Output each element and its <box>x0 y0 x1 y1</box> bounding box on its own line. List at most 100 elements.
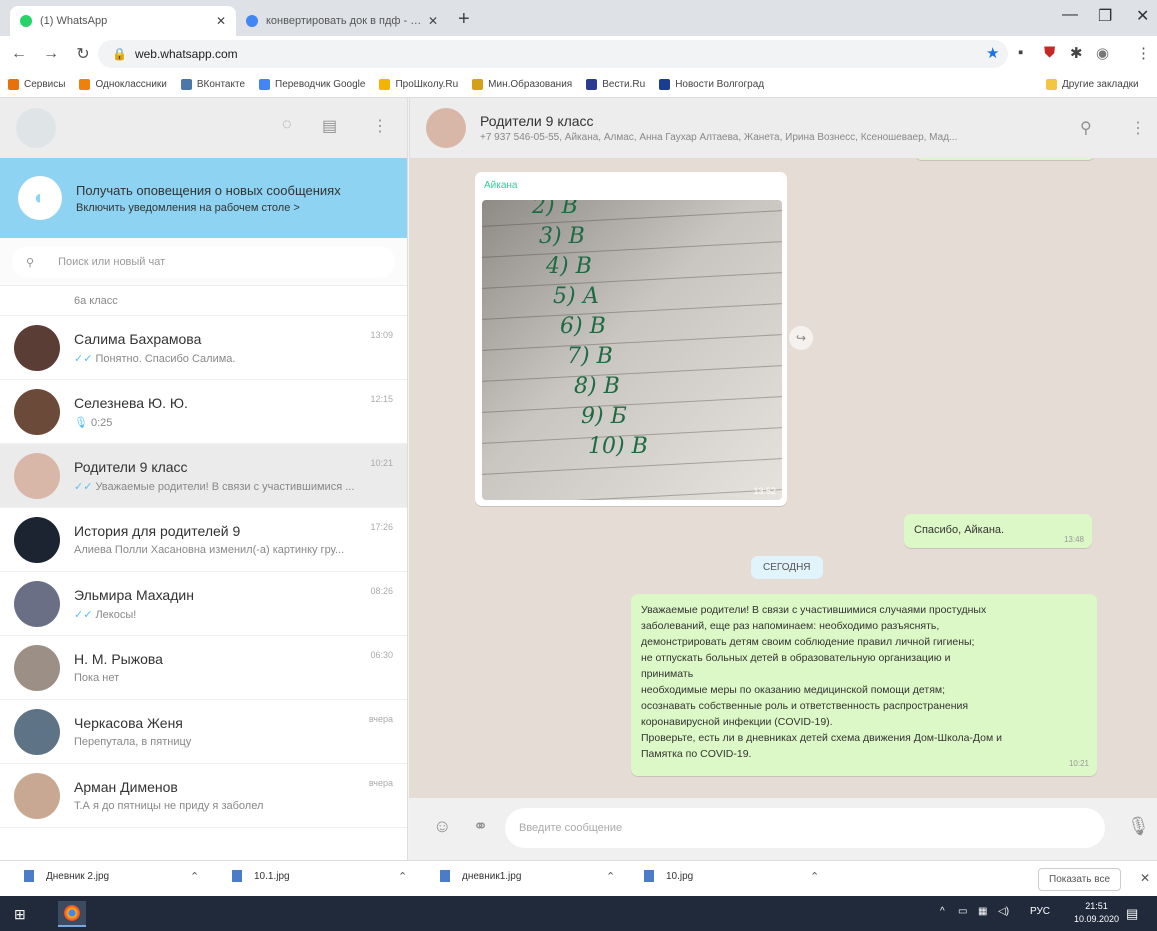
handwritten-answers-photo[interactable]: 13:52 2) В 3) В 4) В 5) А 6) В 7) В 8) В 9) Б 10… <box>482 200 782 500</box>
chat-item[interactable]: Черкасова Женя Перепутала, в пятницу вчера <box>0 700 407 764</box>
download-item[interactable]: 10.jpg ⌃ <box>644 870 834 883</box>
url-text: web.whatsapp.com <box>134 47 238 61</box>
bookmarks-bar: Сервисы Одноклассники ВКонтакте Переводч… <box>0 72 1157 98</box>
avatar <box>14 516 60 563</box>
new-tab-icon[interactable]: + <box>458 8 470 31</box>
new-chat-icon[interactable]: ▤ <box>322 116 337 136</box>
bookmark-label: Переводчик Google <box>275 79 366 90</box>
bookmark-ok[interactable]: Одноклассники <box>79 79 167 90</box>
handwritten-answer: 4) В <box>546 254 592 279</box>
chrome-taskbar-icon[interactable] <box>58 901 86 927</box>
attach-icon[interactable]: ⚭ <box>473 816 488 837</box>
puzzle-icon[interactable]: ✱ <box>1070 44 1083 62</box>
ruled-line <box>482 210 782 227</box>
chat-item[interactable]: Н. М. Рыжова Пока нет 06:30 <box>0 636 407 700</box>
bookmark-translate[interactable]: Переводчик Google <box>259 79 365 90</box>
shield-extension-icon[interactable]: ⛊ <box>1044 44 1055 61</box>
avatar <box>14 772 60 819</box>
group-avatar[interactable] <box>426 108 466 148</box>
download-name: Дневник 2.jpg <box>46 870 110 882</box>
close-tab-icon[interactable]: ✕ <box>428 14 438 28</box>
message-line: осознавать собственные роль и ответствен… <box>641 700 969 712</box>
vk-icon <box>180 79 192 90</box>
url-field[interactable]: 🔒 web.whatsapp.com <box>98 40 1008 68</box>
tab-convert[interactable]: конвертировать док в пдф - П... ✕ <box>236 6 448 36</box>
language-indicator[interactable]: РУС <box>1030 906 1050 917</box>
chevron-up-icon[interactable]: ⌃ <box>810 870 819 883</box>
bookmark-vesti[interactable]: Вести.Ru <box>586 79 645 90</box>
chat-name: Родители 9 класс <box>74 458 188 475</box>
chevron-up-icon[interactable]: ⌃ <box>606 870 615 883</box>
conversation-header[interactable]: Родители 9 класс +7 937 546-05-55, Айкан… <box>409 98 1157 158</box>
download-item[interactable]: Дневник 2.jpg ⌃ <box>24 870 214 883</box>
download-item[interactable]: 10.1.jpg ⌃ <box>232 870 422 883</box>
bell-off-icon: ◐ <box>18 176 62 220</box>
bookmark-news[interactable]: Новости Волгоград <box>659 79 764 90</box>
chat-item[interactable]: Арман Дименов Т.А я до пятницы не приду я… <box>0 764 407 828</box>
bookmark-label: Одноклассники <box>95 79 167 90</box>
emoji-icon[interactable]: ☺ <box>433 816 451 837</box>
menu-icon[interactable]: ⋮ <box>1130 118 1146 138</box>
menu-icon[interactable]: ⋮ <box>1136 44 1151 62</box>
forward-icon[interactable]: → <box>38 45 64 63</box>
chat-item[interactable]: 6а класс <box>0 286 407 316</box>
notifications-icon[interactable]: ▤ <box>1126 906 1138 922</box>
message-time: 13:52 <box>753 486 776 496</box>
microphone-icon[interactable]: 🎙 <box>1127 816 1150 837</box>
chat-item[interactable]: История для родителей 9 Алиева Полли Хаса… <box>0 508 407 572</box>
close-window-icon[interactable]: ✕ <box>1136 6 1149 26</box>
bookmark-star-icon[interactable]: ★ <box>986 44 999 62</box>
maximize-icon[interactable]: ❐ <box>1098 6 1112 26</box>
forward-icon[interactable]: ↪ <box>789 326 813 350</box>
outgoing-message[interactable]: Уважаемые родители! В связи с участившим… <box>631 594 1097 776</box>
handwritten-answer: 6) В <box>560 314 606 339</box>
chat-item[interactable]: Салима Бахрамова ✓✓ Понятно. Спасибо Салим… <box>0 316 407 380</box>
chat-time: 13:09 <box>370 330 393 340</box>
minimize-icon[interactable]: — <box>1062 6 1078 24</box>
status-icon[interactable]: ◌ <box>282 116 292 134</box>
menu-icon[interactable]: ⋮ <box>372 116 388 136</box>
display-icon[interactable]: ▦ <box>978 906 987 917</box>
bookmark-label: ВКонтакте <box>196 79 245 90</box>
handwritten-answer: 7) В <box>567 344 613 369</box>
search-icon[interactable]: ⚲ <box>1080 118 1092 138</box>
bookmark-label: Сервисы <box>24 79 66 90</box>
chat-item[interactable]: Селезнева Ю. Ю. 🎙 0:25 12:15 <box>0 380 407 444</box>
message-line: Проверьте, есть ли в дневниках детей схе… <box>641 732 1002 744</box>
chat-item[interactable]: Родители 9 класс ✓✓ Уважаемые родители! В … <box>0 444 407 508</box>
enable-notifications-link[interactable]: Включить уведомления на рабочем столе > <box>76 202 341 214</box>
windows-start-icon[interactable]: ⊞ <box>14 906 26 923</box>
bookmark-label: Вести.Ru <box>602 79 646 90</box>
bookmark-other[interactable]: Другие закладки <box>1046 79 1139 90</box>
chevron-up-icon[interactable]: ⌃ <box>398 870 407 883</box>
tray-chevron-icon[interactable]: ^ <box>940 906 945 917</box>
message-line: необходимые меры по оказанию медицинской… <box>641 684 946 696</box>
close-tab-icon[interactable]: ✕ <box>216 14 226 28</box>
message-input[interactable]: Введите сообщение <box>505 808 1105 848</box>
chevron-up-icon[interactable]: ⌃ <box>190 870 199 883</box>
bookmark-minobr[interactable]: Мин.Образования <box>472 79 572 90</box>
bookmark-vk[interactable]: ВКонтакте <box>180 79 245 90</box>
network-icon[interactable]: ▭ <box>958 906 967 917</box>
tab-whatsapp[interactable]: (1) WhatsApp ✕ <box>10 6 236 36</box>
download-item[interactable]: дневник1.jpg ⌃ <box>440 870 630 883</box>
photo-message[interactable]: Айкана 13:52 2) В 3) В 4) В 5) А 6) В 7) В 8) … <box>475 172 787 506</box>
chat-time: 08:26 <box>370 586 393 596</box>
profile-icon[interactable]: ◉ <box>1096 44 1109 62</box>
my-avatar[interactable] <box>16 108 56 148</box>
chat-item[interactable]: Эльмира Махадин ✓✓ Лекосы! 08:26 <box>0 572 407 636</box>
clock[interactable]: 21:51 10.09.2020 <box>1074 900 1119 926</box>
close-icon[interactable]: ✕ <box>1140 871 1150 885</box>
show-all-button[interactable]: Показать все <box>1038 868 1122 891</box>
chat-name: Черкасова Женя <box>74 715 183 731</box>
notification-banner[interactable]: ◐ Получать оповещения о новых сообщениях… <box>0 158 407 238</box>
extension-icon[interactable]: ▪ <box>1018 44 1023 61</box>
bookmark-proshkolu[interactable]: ПроШколу.Ru <box>379 79 458 90</box>
reload-icon[interactable]: ↻ <box>70 44 96 64</box>
search-input[interactable]: ⚲ Поиск или новый чат <box>12 246 395 278</box>
outgoing-message[interactable]: Спасибо, Айкана. 13:48 <box>904 514 1092 548</box>
ruled-line <box>482 334 782 351</box>
volume-icon[interactable]: ◁) <box>998 906 1009 917</box>
back-icon[interactable]: ← <box>6 45 32 63</box>
bookmark-services[interactable]: Сервисы <box>8 79 65 90</box>
